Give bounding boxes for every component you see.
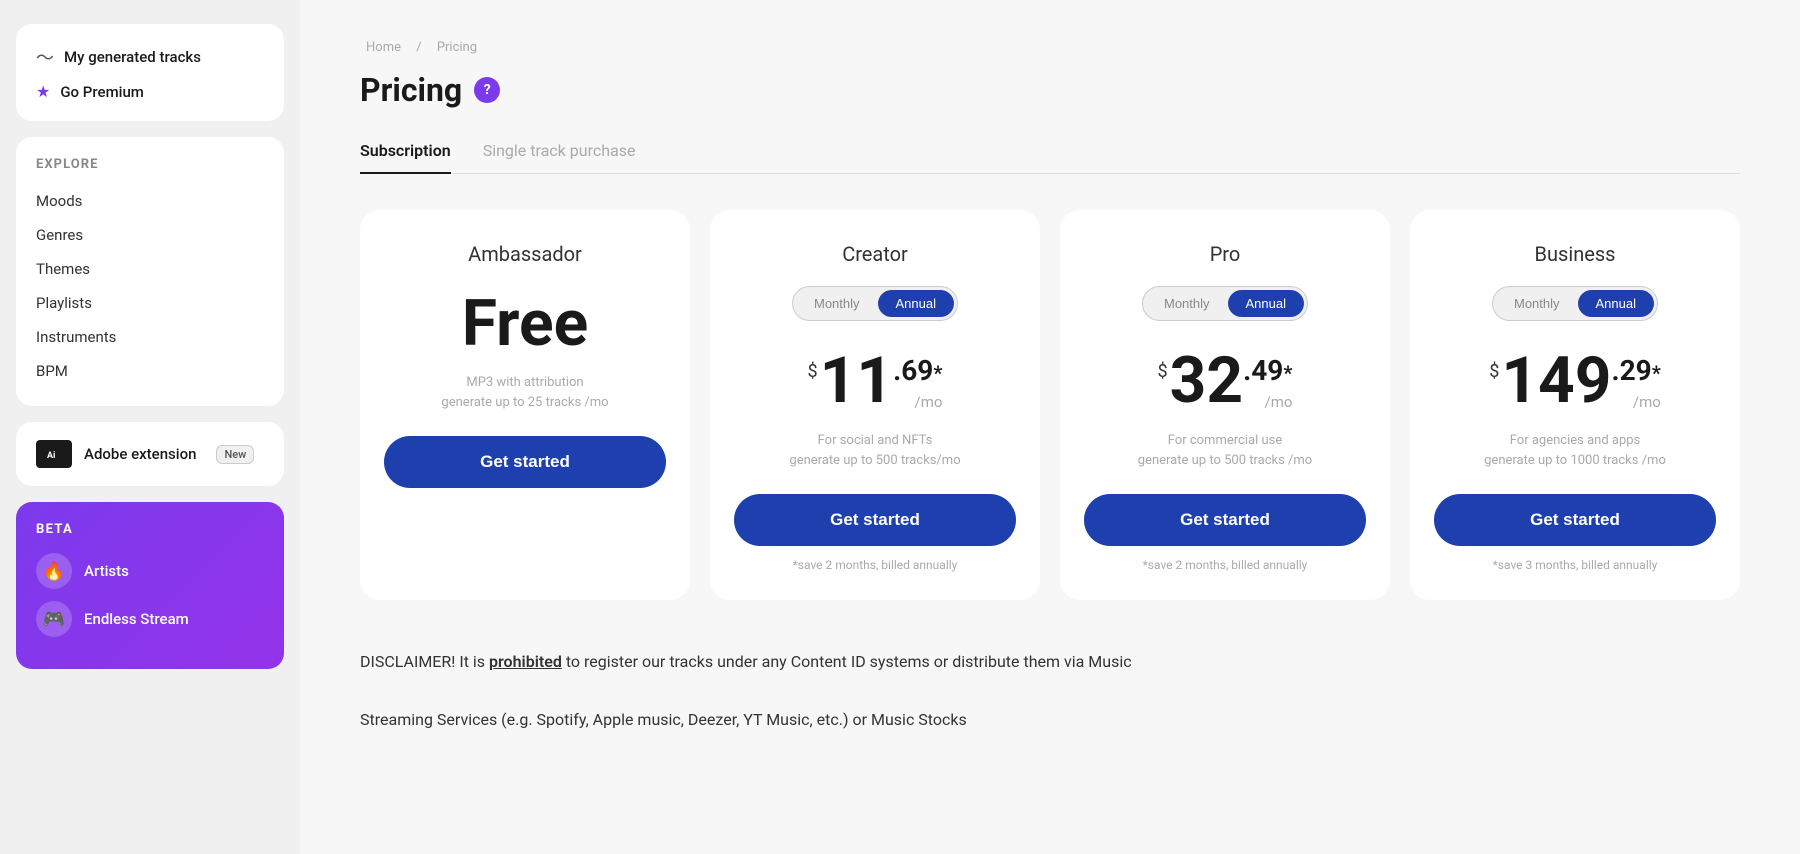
sidebar-item-moods[interactable]: Moods bbox=[36, 186, 264, 216]
toggle-annual-pro[interactable]: Annual bbox=[1228, 290, 1304, 317]
price-decimal-pro: .49* /mo bbox=[1243, 357, 1292, 419]
disclaimer-prefix: DISCLAIMER! It is bbox=[360, 652, 489, 671]
plan-subtitle-business: For agencies and appsgenerate up to 1000… bbox=[1484, 431, 1666, 470]
plan-name-business: Business bbox=[1535, 242, 1616, 266]
sidebar-item-instruments[interactable]: Instruments bbox=[36, 322, 264, 352]
endless-stream-label: Endless Stream bbox=[84, 610, 189, 628]
save-note-business: *save 3 months, billed annually bbox=[1493, 558, 1658, 572]
save-note-creator: *save 2 months, billed annually bbox=[793, 558, 958, 572]
explore-card: EXPLORE Moods Genres Themes Playlists In… bbox=[16, 137, 284, 406]
sidebar-item-go-premium[interactable]: ★ Go Premium bbox=[36, 82, 264, 101]
plan-name-ambassador: Ambassador bbox=[468, 242, 582, 266]
price-main-creator: 11 bbox=[820, 349, 893, 413]
toggle-creator: Monthly Annual bbox=[792, 286, 958, 321]
adobe-icon: Ai bbox=[36, 440, 72, 468]
sidebar: 〜 My generated tracks ★ Go Premium EXPLO… bbox=[0, 0, 300, 854]
price-period-business: /mo bbox=[1633, 393, 1661, 411]
plan-pro: Pro Monthly Annual $ 32 .49* /mo For com… bbox=[1060, 210, 1390, 600]
toggle-pro: Monthly Annual bbox=[1142, 286, 1308, 321]
plan-subtitle-ambassador: MP3 with attributiongenerate up to 25 tr… bbox=[441, 373, 608, 412]
price-free: Free bbox=[462, 286, 588, 361]
toggle-monthly-business[interactable]: Monthly bbox=[1496, 290, 1578, 317]
go-premium-label: Go Premium bbox=[60, 83, 144, 101]
plan-ambassador: Ambassador Free MP3 with attributiongene… bbox=[360, 210, 690, 600]
page-title: Pricing bbox=[360, 71, 462, 109]
get-started-pro[interactable]: Get started bbox=[1084, 494, 1366, 546]
sidebar-item-themes[interactable]: Themes bbox=[36, 254, 264, 284]
price-dec-num-creator: .69* bbox=[893, 357, 942, 385]
tabs: Subscription Single track purchase bbox=[360, 141, 1740, 174]
sidebar-item-genres[interactable]: Genres bbox=[36, 220, 264, 250]
sidebar-item-my-tracks[interactable]: 〜 My generated tracks bbox=[36, 44, 264, 70]
sidebar-top-card: 〜 My generated tracks ★ Go Premium bbox=[16, 24, 284, 121]
breadcrumb: Home / Pricing bbox=[360, 40, 1740, 55]
price-period-creator: /mo bbox=[915, 393, 943, 411]
beta-title: BETA bbox=[36, 522, 264, 537]
price-main-pro: 32 bbox=[1170, 349, 1243, 413]
beta-item-artists[interactable]: 🔥 Artists bbox=[36, 553, 264, 589]
svg-text:Ai: Ai bbox=[47, 451, 55, 461]
price-dec-num-pro: .49* bbox=[1243, 357, 1292, 385]
pricing-grid: Ambassador Free MP3 with attributiongene… bbox=[360, 210, 1740, 600]
explore-title: EXPLORE bbox=[36, 157, 264, 172]
price-display-creator: $ 11 .69* /mo bbox=[808, 349, 943, 419]
adobe-extension-card[interactable]: Ai Adobe extension New bbox=[16, 422, 284, 486]
plan-name-creator: Creator bbox=[842, 242, 908, 266]
beta-card: BETA 🔥 Artists 🎮 Endless Stream bbox=[16, 502, 284, 669]
get-started-business[interactable]: Get started bbox=[1434, 494, 1716, 546]
plan-creator: Creator Monthly Annual $ 11 .69* /mo For… bbox=[710, 210, 1040, 600]
plan-business: Business Monthly Annual $ 149 .29* /mo F… bbox=[1410, 210, 1740, 600]
breadcrumb-current: Pricing bbox=[437, 40, 477, 55]
my-tracks-label: My generated tracks bbox=[64, 48, 201, 66]
toggle-monthly-creator[interactable]: Monthly bbox=[796, 290, 878, 317]
fire-icon: 🔥 bbox=[36, 553, 72, 589]
beta-item-endless-stream[interactable]: 🎮 Endless Stream bbox=[36, 601, 264, 637]
gamepad-icon: 🎮 bbox=[36, 601, 72, 637]
price-dec-num-business: .29* bbox=[1611, 357, 1660, 385]
help-icon[interactable]: ? bbox=[474, 77, 500, 103]
page-header: Pricing ? bbox=[360, 71, 1740, 109]
breadcrumb-home[interactable]: Home bbox=[366, 40, 401, 55]
disclaimer: DISCLAIMER! It is prohibited to register… bbox=[360, 648, 1460, 734]
price-period-pro: /mo bbox=[1265, 393, 1293, 411]
new-badge: New bbox=[216, 445, 254, 464]
get-started-ambassador[interactable]: Get started bbox=[384, 436, 666, 488]
toggle-annual-creator[interactable]: Annual bbox=[878, 290, 954, 317]
toggle-business: Monthly Annual bbox=[1492, 286, 1658, 321]
toggle-monthly-pro[interactable]: Monthly bbox=[1146, 290, 1228, 317]
price-main-business: 149 bbox=[1501, 349, 1611, 413]
star-icon: ★ bbox=[36, 82, 50, 101]
save-note-pro: *save 2 months, billed annually bbox=[1143, 558, 1308, 572]
breadcrumb-separator: / bbox=[416, 40, 421, 55]
explore-list: Moods Genres Themes Playlists Instrument… bbox=[36, 186, 264, 386]
plan-subtitle-pro: For commercial usegenerate up to 500 tra… bbox=[1138, 431, 1312, 470]
disclaimer-line2: Streaming Services (e.g. Spotify, Apple … bbox=[360, 710, 967, 729]
toggle-annual-business[interactable]: Annual bbox=[1578, 290, 1654, 317]
get-started-creator[interactable]: Get started bbox=[734, 494, 1016, 546]
disclaimer-prohibited: prohibited bbox=[489, 652, 562, 671]
sidebar-item-playlists[interactable]: Playlists bbox=[36, 288, 264, 318]
price-decimal-creator: .69* /mo bbox=[893, 357, 942, 419]
price-decimal-business: .29* /mo bbox=[1611, 357, 1660, 419]
tab-subscription[interactable]: Subscription bbox=[360, 141, 451, 174]
wave-icon: 〜 bbox=[36, 44, 54, 70]
price-display-business: $ 149 .29* /mo bbox=[1489, 349, 1661, 419]
price-currency-business: $ bbox=[1489, 361, 1499, 382]
tab-single-track[interactable]: Single track purchase bbox=[483, 141, 636, 174]
price-currency-creator: $ bbox=[808, 361, 818, 382]
disclaimer-middle: to register our tracks under any Content… bbox=[562, 652, 1132, 671]
plan-subtitle-creator: For social and NFTsgenerate up to 500 tr… bbox=[789, 431, 960, 470]
adobe-label: Adobe extension bbox=[84, 445, 196, 463]
price-display-pro: $ 32 .49* /mo bbox=[1158, 349, 1293, 419]
price-currency-pro: $ bbox=[1158, 361, 1168, 382]
artists-label: Artists bbox=[84, 562, 129, 580]
main-content: Home / Pricing Pricing ? Subscription Si… bbox=[300, 0, 1800, 854]
plan-name-pro: Pro bbox=[1210, 242, 1241, 266]
sidebar-item-bpm[interactable]: BPM bbox=[36, 356, 264, 386]
